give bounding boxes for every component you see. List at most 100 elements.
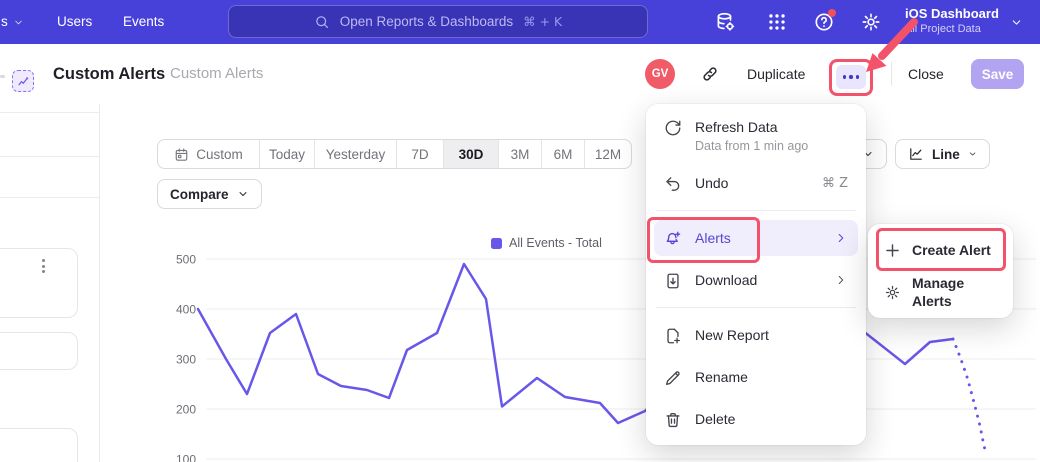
- compare-label: Compare: [170, 187, 229, 202]
- submenu-item-create-alert[interactable]: Create Alert: [876, 232, 1005, 268]
- notification-badge: [828, 9, 836, 17]
- save-button[interactable]: Save: [971, 59, 1024, 89]
- app-screen: 500400300200100 All Events - Total Custo…: [0, 0, 1040, 462]
- project-scope: All Project Data: [905, 23, 999, 35]
- top-nav: s Users Events Open Reports & Dashboards…: [0, 0, 1040, 44]
- chevron-down-icon: [13, 17, 24, 28]
- duplicate-button[interactable]: Duplicate: [747, 44, 805, 104]
- project-selector[interactable]: iOS Dashboard All Project Data: [905, 6, 999, 35]
- date-range-segment[interactable]: 30D: [443, 140, 498, 168]
- report-context-menu: Refresh Data Data from 1 min ago Undo ⌘ …: [646, 104, 866, 445]
- close-button[interactable]: Close: [908, 44, 944, 104]
- plus-icon: [884, 242, 901, 259]
- calendar-icon: [174, 147, 189, 162]
- chart-legend: All Events - Total: [491, 236, 602, 250]
- date-range-label: Yesterday: [326, 147, 386, 162]
- sidebar-row-divider: [0, 197, 99, 198]
- date-range-label: 12M: [595, 147, 621, 162]
- menu-item-label: Refresh Data: [695, 119, 777, 135]
- date-range-segment[interactable]: Today: [259, 140, 314, 168]
- menu-separator: [656, 210, 856, 211]
- date-range-label: Custom: [196, 147, 243, 162]
- data-management-icon[interactable]: [714, 11, 736, 33]
- menu-item-label: Download: [695, 271, 757, 289]
- y-axis-tick-label: 400: [176, 303, 196, 317]
- submenu-item-label: Manage Alerts: [912, 274, 997, 310]
- trash-icon: [664, 411, 682, 429]
- submenu-item-manage-alerts[interactable]: Manage Alerts: [876, 274, 1005, 310]
- nav-item-cutoff[interactable]: s: [1, 0, 8, 44]
- page-title: Custom Alerts: [53, 44, 165, 104]
- y-axis-tick-label: 300: [176, 353, 196, 367]
- search-shortcut-hint: ⌘ + K: [523, 14, 562, 29]
- cutoff-fragment: [0, 75, 5, 78]
- date-range-segment[interactable]: Yesterday: [314, 140, 396, 168]
- submenu-item-label: Create Alert: [912, 241, 991, 259]
- pencil-icon: [664, 369, 682, 387]
- line-chart-icon: [908, 146, 924, 162]
- menu-item-undo[interactable]: Undo ⌘ Z: [654, 165, 858, 201]
- alerts-submenu: Create Alert Manage Alerts: [868, 224, 1013, 318]
- menu-item-rename[interactable]: Rename: [654, 359, 858, 395]
- chart-line-projection: [953, 339, 985, 450]
- y-axis-tick-label: 500: [176, 253, 196, 267]
- chevron-right-icon: [834, 273, 848, 287]
- chevron-down-icon: [968, 148, 977, 160]
- settings-gear-icon[interactable]: [860, 11, 882, 33]
- menu-separator: [656, 307, 856, 308]
- sidebar-card[interactable]: [0, 428, 78, 462]
- date-range-label: 6M: [554, 147, 573, 162]
- date-range-segment[interactable]: 6M: [541, 140, 584, 168]
- menu-item-subtitle: Data from 1 min ago: [695, 139, 808, 153]
- apps-grid-icon[interactable]: [766, 11, 788, 33]
- divider: [891, 62, 892, 86]
- date-range-label: 3M: [511, 147, 530, 162]
- sidebar-row-divider: [0, 156, 99, 157]
- compare-button[interactable]: Compare: [157, 179, 262, 209]
- chart-type-button[interactable]: Line: [895, 139, 990, 169]
- share-link-icon[interactable]: [701, 65, 719, 83]
- menu-item-delete[interactable]: Delete: [654, 401, 858, 437]
- legend-swatch: [491, 238, 502, 249]
- menu-item-alerts[interactable]: Alerts: [654, 220, 858, 256]
- menu-item-label: Rename: [695, 368, 748, 386]
- date-range-segment[interactable]: 12M: [584, 140, 631, 168]
- chevron-right-icon: [834, 231, 848, 245]
- sidebar-card[interactable]: [0, 248, 78, 318]
- gear-icon: [884, 284, 901, 301]
- undo-icon: [664, 175, 682, 193]
- breadcrumb: Custom Alerts: [170, 44, 263, 104]
- new-report-icon: [664, 327, 682, 345]
- sidebar-card[interactable]: [0, 332, 78, 370]
- date-range-segment[interactable]: Custom: [158, 140, 259, 168]
- menu-item-label: Delete: [695, 410, 735, 428]
- kebab-menu-icon[interactable]: [42, 259, 45, 273]
- chart-type-label: Line: [932, 147, 960, 162]
- refresh-icon: [664, 119, 682, 137]
- nav-item-events[interactable]: Events: [123, 0, 164, 44]
- menu-item-label: New Report: [695, 326, 769, 344]
- menu-item-label: Undo: [695, 174, 728, 192]
- search-icon: [314, 14, 330, 30]
- menu-item-new-report[interactable]: New Report: [654, 317, 858, 353]
- report-type-icon: [12, 70, 34, 92]
- y-axis-tick-label: 200: [176, 403, 196, 417]
- date-range-segment[interactable]: 3M: [498, 140, 541, 168]
- date-range-segment[interactable]: 7D: [396, 140, 443, 168]
- help-icon[interactable]: [813, 11, 835, 33]
- project-name: iOS Dashboard: [905, 6, 999, 21]
- menu-item-refresh-data[interactable]: Refresh Data Data from 1 min ago: [654, 112, 858, 159]
- menu-item-download[interactable]: Download: [654, 262, 858, 298]
- avatar[interactable]: GV: [645, 59, 675, 89]
- chevron-down-icon: [1010, 16, 1023, 29]
- chevron-down-icon: [237, 188, 249, 200]
- date-range-label: Today: [269, 147, 305, 162]
- date-range-label: 30D: [459, 147, 484, 162]
- legend-label: All Events - Total: [509, 236, 602, 250]
- menu-item-label: Alerts: [695, 229, 731, 247]
- menu-item-shortcut: ⌘ Z: [822, 176, 848, 191]
- global-search-button[interactable]: Open Reports & Dashboards ⌘ + K: [228, 5, 648, 38]
- sidebar-row-divider: [0, 112, 99, 113]
- more-button[interactable]: [836, 65, 866, 89]
- nav-item-users[interactable]: Users: [57, 0, 92, 44]
